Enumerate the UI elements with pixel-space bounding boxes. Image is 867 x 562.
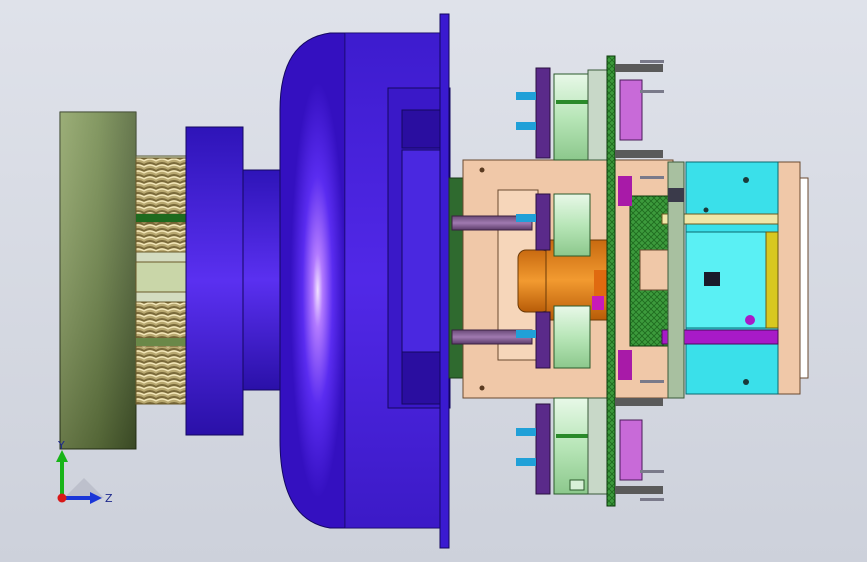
z-axis-label: Z bbox=[105, 492, 113, 505]
y-axis-label: Y bbox=[57, 439, 65, 452]
flange-ring[interactable] bbox=[185, 126, 244, 436]
axis-ground-icon bbox=[64, 478, 104, 498]
hub[interactable] bbox=[242, 169, 281, 391]
coil-springs[interactable] bbox=[135, 155, 187, 405]
cyan-block[interactable] bbox=[661, 161, 779, 399]
assembly-model[interactable] bbox=[0, 0, 867, 562]
mounting-plate[interactable] bbox=[439, 13, 464, 549]
x-axis-icon bbox=[57, 493, 67, 503]
main-housing[interactable] bbox=[279, 32, 451, 529]
cad-viewport[interactable]: Y Z bbox=[0, 0, 867, 562]
axis-triad: Y Z bbox=[56, 439, 113, 505]
end-disc[interactable] bbox=[59, 111, 137, 450]
